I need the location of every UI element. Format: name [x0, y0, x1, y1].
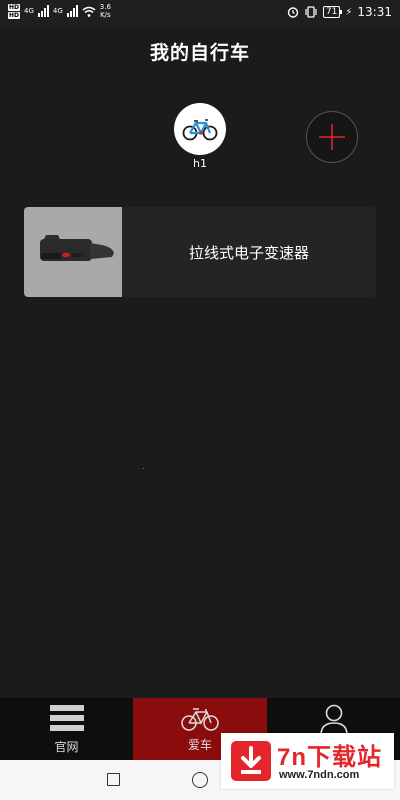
tab-my-bike-label: 爱车 — [187, 738, 212, 752]
plus-icon — [319, 124, 345, 150]
network-type-2: 4G — [52, 7, 63, 15]
bicycle-outline-icon — [181, 708, 219, 731]
recent-apps-button[interactable] — [107, 773, 120, 786]
page-title: 我的自行车 — [149, 42, 250, 64]
signal-icon — [37, 5, 49, 17]
shifter-image — [40, 235, 114, 261]
stray-dot — [143, 468, 144, 469]
user-icon — [319, 704, 348, 736]
bicycle-icon — [182, 119, 218, 141]
network-speed: 3.6 K/s — [99, 3, 111, 19]
device-card[interactable]: 拉线式电子变速器 — [24, 207, 376, 297]
watermark-url: www.7ndn.com — [279, 769, 360, 781]
clock: 13:31 — [357, 5, 392, 19]
wifi-icon — [82, 6, 96, 17]
signal-icon-2 — [66, 5, 78, 17]
menu-lines-icon — [49, 705, 84, 731]
alarm-icon — [287, 7, 299, 18]
vibrate-icon — [305, 6, 317, 18]
device-name: 拉线式电子变速器 — [188, 243, 309, 262]
watermark-title: 7n下载站 — [277, 744, 383, 771]
status-bar: HD HD 4G 4G 3.6 K/s 71 ⚡ 13:31 — [0, 0, 400, 26]
bike-avatar[interactable] — [174, 103, 226, 155]
tab-website[interactable]: 官网 — [0, 698, 133, 760]
charging-icon: ⚡ — [345, 6, 353, 18]
home-button[interactable] — [192, 772, 208, 788]
add-bike-button[interactable] — [306, 111, 358, 163]
tab-website-label: 官网 — [54, 740, 79, 754]
download-arrow-icon — [231, 741, 271, 781]
watermark: 7n下载站 www.7ndn.com — [221, 733, 394, 789]
device-image — [24, 207, 122, 297]
bike-name: h1 — [193, 157, 207, 170]
hd-badge: HD HD — [8, 3, 21, 19]
network-type: 4G — [24, 7, 34, 15]
battery-icon: 71 — [322, 6, 343, 18]
